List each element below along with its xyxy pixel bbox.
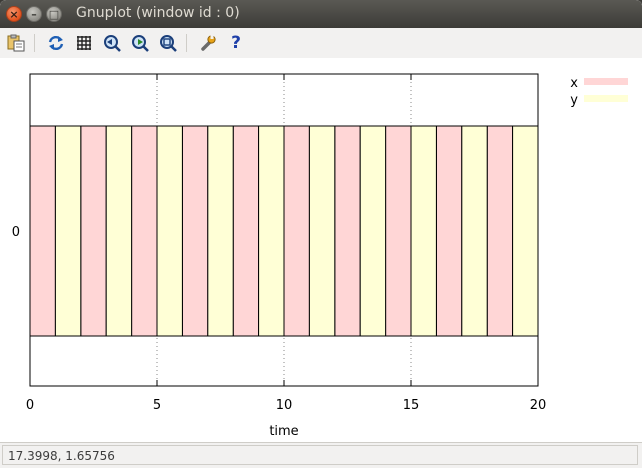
grid-icon bbox=[77, 36, 91, 50]
bar-y-face bbox=[105, 125, 133, 337]
bar-y-face bbox=[512, 125, 539, 337]
replot-button[interactable] bbox=[46, 33, 66, 53]
bar-y-face bbox=[308, 125, 336, 337]
help-icon: ? bbox=[231, 33, 241, 53]
bar-y-face bbox=[461, 125, 488, 337]
x-tick-label: 5 bbox=[153, 398, 161, 413]
bar-x-face bbox=[181, 125, 209, 337]
minimize-button[interactable]: – bbox=[26, 6, 42, 22]
zoom-previous-icon bbox=[104, 35, 121, 52]
toolbar-separator bbox=[34, 34, 35, 52]
zoom-next-icon bbox=[132, 35, 149, 52]
x-axis-label: time bbox=[269, 424, 298, 439]
bar-y-face bbox=[258, 125, 285, 337]
window-title: Gnuplot (window id : 0) bbox=[76, 5, 240, 21]
bar-x-face bbox=[29, 125, 56, 337]
bar-y-face bbox=[359, 125, 387, 337]
bar-x-face bbox=[334, 125, 361, 337]
bar-x-face bbox=[435, 125, 463, 337]
replot-icon bbox=[48, 35, 64, 51]
toolbar: ? bbox=[0, 28, 642, 59]
x-tick-label: 20 bbox=[530, 398, 547, 413]
bar-y-face bbox=[156, 125, 183, 337]
plot-area[interactable]: 0 5 10 15 20 0 time x y bbox=[0, 58, 642, 442]
bar-x-face bbox=[131, 125, 158, 337]
wrench-icon bbox=[201, 35, 216, 51]
bar-y-face bbox=[410, 125, 437, 337]
bar-x-face bbox=[232, 125, 260, 337]
legend-label-y: y bbox=[570, 93, 578, 108]
autoscale-icon bbox=[160, 35, 177, 52]
y-tick-label: 0 bbox=[12, 225, 20, 240]
autoscale-button[interactable] bbox=[158, 33, 178, 53]
legend-swatch-y bbox=[584, 95, 628, 102]
grid-button[interactable] bbox=[74, 33, 94, 53]
status-bar: 17.3998, 1.65756 bbox=[0, 442, 642, 468]
x-tick-label: 10 bbox=[276, 398, 293, 413]
bar-y-face bbox=[207, 125, 234, 337]
gnuplot-chart: 0 5 10 15 20 0 time xy bbox=[12, 73, 628, 439]
close-button[interactable]: × bbox=[6, 6, 22, 22]
x-tick-label: 0 bbox=[26, 398, 34, 413]
legend-swatch-x bbox=[584, 78, 628, 85]
zoom-next-button[interactable] bbox=[130, 33, 150, 53]
bar-y-face bbox=[54, 125, 82, 337]
status-box: 17.3998, 1.65756 bbox=[2, 445, 638, 465]
x-tick-label: 15 bbox=[403, 398, 420, 413]
bar-x-face bbox=[385, 125, 412, 337]
legend-label-x: x bbox=[570, 76, 578, 91]
help-button[interactable]: ? bbox=[226, 33, 246, 53]
bar-x-face bbox=[486, 125, 514, 337]
maximize-button[interactable]: □ bbox=[46, 6, 62, 22]
copy-to-clipboard-icon bbox=[7, 34, 25, 52]
zoom-previous-button[interactable] bbox=[102, 33, 122, 53]
bar-x-face bbox=[80, 125, 107, 337]
bar-x-face bbox=[283, 125, 310, 337]
toolbar-separator bbox=[186, 34, 187, 52]
title-bar[interactable]: × – □ Gnuplot (window id : 0) bbox=[0, 0, 642, 28]
configure-button[interactable] bbox=[198, 33, 218, 53]
coordinate-readout: 17.3998, 1.65756 bbox=[8, 449, 115, 463]
gnuplot-window: × – □ Gnuplot (window id : 0) ? 0 5 10 1… bbox=[0, 0, 642, 468]
copy-to-clipboard-button[interactable] bbox=[6, 33, 26, 53]
